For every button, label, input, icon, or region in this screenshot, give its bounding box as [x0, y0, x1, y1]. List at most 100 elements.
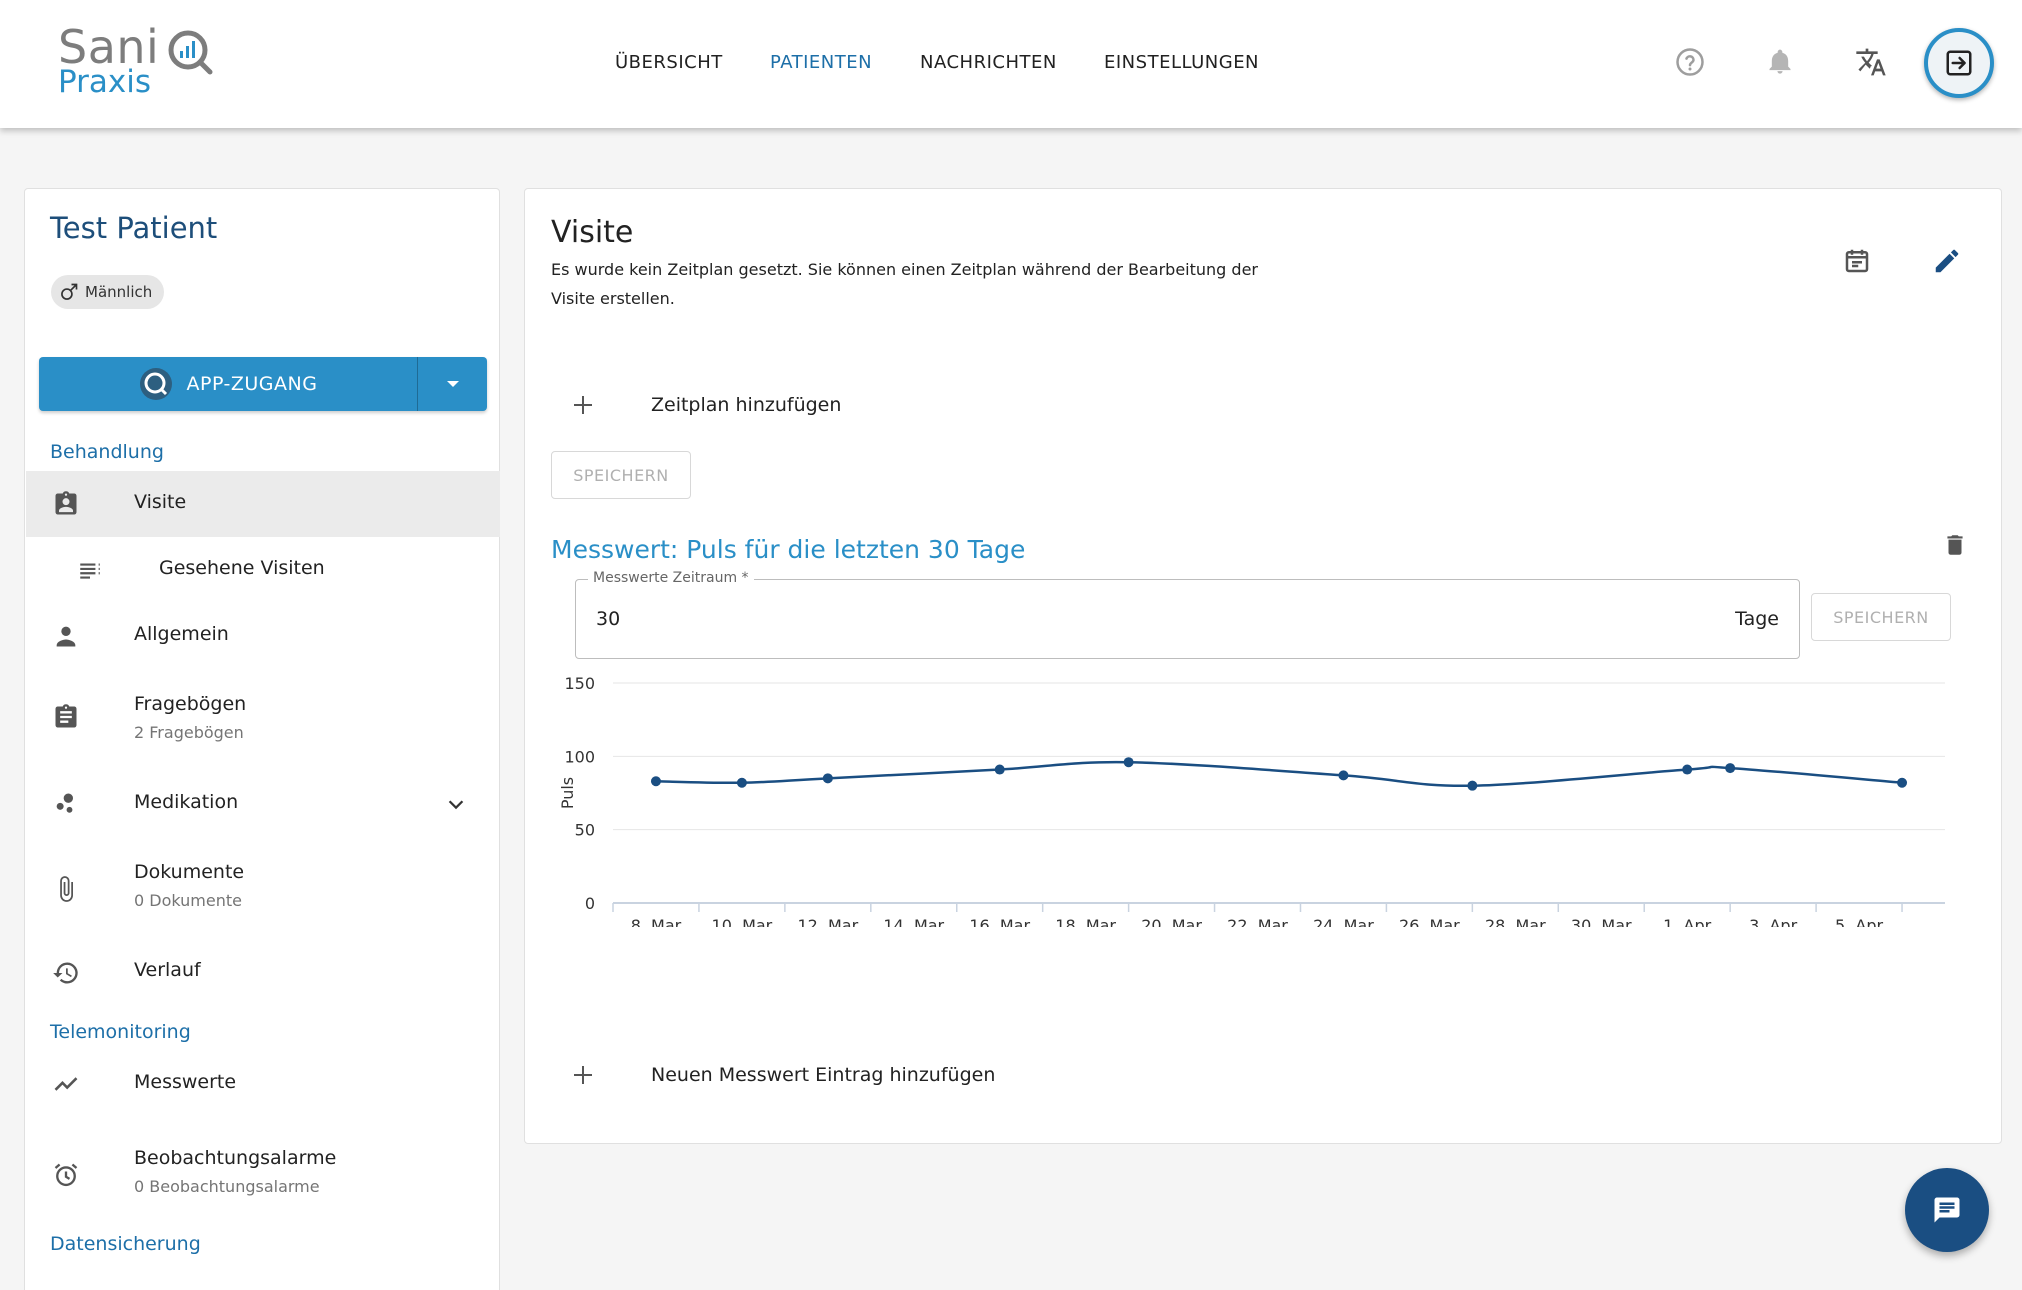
sidebar-item-medikation[interactable]: Medikation [26, 769, 500, 839]
field-suffix: Tage [1735, 608, 1779, 630]
field-label: Messwerte Zeitraum * [588, 570, 754, 586]
paperclip-icon [48, 871, 84, 907]
clipboard-account-icon [48, 486, 84, 522]
clipboard-icon [48, 699, 84, 735]
plus-icon [565, 387, 601, 423]
chevron-down-icon[interactable] [438, 786, 474, 822]
visite-title: Visite [551, 215, 634, 250]
help-icon[interactable] [1672, 44, 1708, 80]
plus-icon [565, 1057, 601, 1093]
patient-sidebar: Test Patient Männlich APP-ZUGANG Behandl… [24, 188, 500, 1290]
x-tick-label: 8. Mar [631, 916, 682, 927]
section-datensicherung: Datensicherung [50, 1233, 201, 1255]
patient-name: Test Patient [50, 211, 218, 245]
data-point [1338, 770, 1349, 781]
sidebar-item-label: Beobachtungsalarme [134, 1147, 337, 1169]
history-icon [48, 955, 84, 991]
app-access-dropdown[interactable] [418, 357, 487, 411]
y-axis-label: Puls [558, 777, 577, 809]
x-tick-label: 30. Mar [1571, 916, 1632, 927]
top-app-bar: Sani Praxis ÜBERSICHT PATIENTEN NACHRICH… [0, 0, 2022, 128]
sidebar-item-messwerte[interactable]: Messwerte [26, 1051, 500, 1117]
trend-icon [48, 1066, 84, 1102]
person-icon [48, 618, 84, 654]
nav-patienten[interactable]: PATIENTEN [770, 52, 872, 73]
saniq-logo[interactable]: Sani Praxis [58, 20, 218, 100]
visite-description: Es wurde kein Zeitplan gesetzt. Sie könn… [551, 260, 1258, 308]
logout-icon [1946, 50, 1972, 76]
x-tick-label: 1. Apr [1663, 916, 1711, 927]
medication-icon [48, 786, 84, 822]
section-behandlung: Behandlung [50, 441, 164, 463]
save-schedule-button[interactable]: SPEICHERN [551, 451, 691, 499]
caret-down-icon [446, 381, 459, 387]
x-tick-label: 16. Mar [969, 916, 1030, 927]
x-tick-label: 26. Mar [1399, 916, 1460, 927]
nav-einstellungen[interactable]: EINSTELLUNGEN [1104, 52, 1259, 73]
sidebar-item-label: Medikation [134, 791, 239, 813]
list-icon [72, 552, 108, 588]
data-point [736, 777, 747, 788]
data-point [1682, 764, 1693, 775]
calendar-icon[interactable] [1839, 243, 1875, 279]
add-measurement-row[interactable]: Neuen Messwert Eintrag hinzufügen [565, 1055, 995, 1095]
delete-icon[interactable] [1937, 527, 1973, 563]
logo-word-2: Praxis [58, 64, 151, 100]
x-tick-label: 12. Mar [797, 916, 858, 927]
y-tick-label: 50 [575, 821, 595, 840]
data-point [1725, 763, 1736, 774]
visite-card: Visite Es wurde kein Zeitplan gesetzt. S… [524, 188, 2002, 1144]
x-tick-label: 20. Mar [1141, 916, 1202, 927]
x-tick-label: 5. Apr [1835, 916, 1883, 927]
sidebar-item-count: 0 Dokumente [134, 891, 242, 910]
sidebar-item-label: Dokumente [134, 861, 245, 883]
nav-nachrichten[interactable]: NACHRICHTEN [920, 52, 1057, 73]
measurement-title: Messwert: Puls für die letzten 30 Tage [551, 535, 1026, 564]
bell-icon[interactable] [1762, 44, 1798, 80]
data-point [1467, 780, 1478, 791]
sidebar-item-verlauf[interactable]: Verlauf [26, 939, 500, 1005]
chat-fab[interactable] [1905, 1168, 1989, 1252]
sidebar-item-label: Verlauf [134, 959, 201, 981]
logout-button[interactable] [1924, 28, 1994, 98]
app-access-label: APP-ZUGANG [186, 373, 318, 395]
app-access-button[interactable]: APP-ZUGANG [39, 357, 417, 411]
logo-q-icon [168, 30, 213, 75]
gender-label: Männlich [85, 283, 153, 301]
sidebar-item-count: 2 Fragebögen [134, 723, 244, 742]
data-point [1123, 757, 1134, 768]
sidebar-item-allgemein[interactable]: Allgemein [26, 603, 500, 669]
x-tick-label: 22. Mar [1227, 916, 1288, 927]
chat-icon [1934, 1197, 1960, 1223]
translate-icon[interactable] [1853, 44, 1889, 80]
sidebar-item-visite[interactable]: Visite [26, 471, 500, 537]
pulse-series-line [655, 760, 1903, 787]
y-tick-label: 0 [585, 894, 595, 913]
save-period-button[interactable]: SPEICHERN [1811, 593, 1951, 641]
field-value: 30 [596, 608, 621, 630]
nav-uebersicht[interactable]: ÜBERSICHT [615, 52, 723, 73]
male-icon [61, 283, 78, 300]
x-tick-label: 10. Mar [712, 916, 773, 927]
add-schedule-label: Zeitplan hinzufügen [651, 394, 842, 416]
sidebar-item-count: 0 Beobachtungsalarme [134, 1177, 320, 1196]
pulse-line-chart: 0 50 100 150 Puls 8. Mar 10. Mar 12. Mar 14. Mar… [558, 674, 1945, 927]
alarm-icon [48, 1157, 84, 1193]
data-point [994, 764, 1005, 775]
add-schedule-row[interactable]: Zeitplan hinzufügen [565, 385, 841, 425]
data-point [650, 776, 661, 787]
data-point [1897, 777, 1908, 788]
data-point [822, 773, 833, 784]
sidebar-item-frageboegen[interactable]: Fragebögen 2 Fragebögen [26, 669, 500, 769]
edit-icon[interactable] [1929, 243, 1965, 279]
x-tick-label: 3. Apr [1749, 916, 1797, 927]
sidebar-item-label: Fragebögen [134, 693, 247, 715]
sidebar-item-label: Messwerte [134, 1071, 237, 1093]
sidebar-item-beobachtungsalarme[interactable]: Beobachtungsalarme 0 Beobachtungsalarme [26, 1125, 500, 1225]
sidebar-item-label: Gesehene Visiten [159, 557, 325, 579]
saniq-app-icon [139, 368, 172, 400]
sidebar-item-label: Visite [134, 491, 187, 513]
x-tick-label: 18. Mar [1055, 916, 1116, 927]
sidebar-item-dokumente[interactable]: Dokumente 0 Dokumente [26, 839, 500, 939]
sidebar-item-gesehene-visiten[interactable]: Gesehene Visiten [26, 537, 500, 603]
